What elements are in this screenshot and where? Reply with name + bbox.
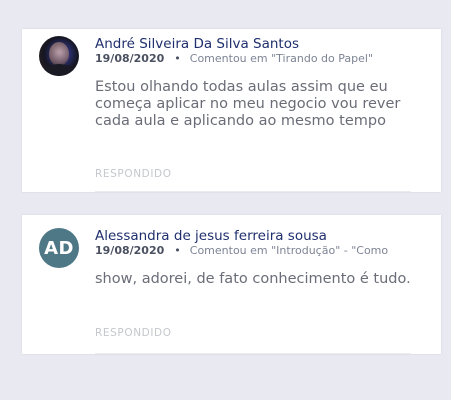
divider xyxy=(95,353,411,354)
comment-card: André Silveira Da Silva Santos 19/08/202… xyxy=(22,29,441,192)
avatar-photo-shoulders xyxy=(43,64,75,76)
status-label: RESPONDIDO xyxy=(95,327,172,339)
comment-content: Alessandra de jesus ferreira sousa 19/08… xyxy=(95,228,411,288)
comment-text: show, adorei, de fato conhecimento é tud… xyxy=(95,271,411,287)
comment-content: André Silveira Da Silva Santos 19/08/202… xyxy=(95,36,411,130)
comment-meta: 19/08/2020 • Comentou em "Tirando do Papel… xyxy=(95,52,411,66)
avatar[interactable] xyxy=(39,36,79,76)
comment-context-link[interactable]: Comentou em "Tirando do Papel" xyxy=(190,52,373,65)
comment-date: 19/08/2020 xyxy=(95,52,165,65)
comment-context-link[interactable]: Comentou em "Introdução" - "Como xyxy=(190,244,388,257)
avatar-initials: AD xyxy=(44,237,74,259)
avatar[interactable]: AD xyxy=(39,228,79,268)
divider xyxy=(95,191,411,192)
meta-separator: • xyxy=(174,244,181,257)
comment-card: AD Alessandra de jesus ferreira sousa 19… xyxy=(22,215,441,354)
avatar-photo-face xyxy=(49,42,69,66)
comment-text: Estou olhando todas aulas assim que eu c… xyxy=(95,79,401,129)
comment-author[interactable]: André Silveira Da Silva Santos xyxy=(95,36,411,52)
meta-separator: • xyxy=(174,52,181,65)
comment-meta: 19/08/2020 • Comentou em "Introdução" - "C… xyxy=(95,244,411,258)
comment-author[interactable]: Alessandra de jesus ferreira sousa xyxy=(95,228,411,244)
comment-date: 19/08/2020 xyxy=(95,244,165,257)
status-label: RESPONDIDO xyxy=(95,168,172,180)
